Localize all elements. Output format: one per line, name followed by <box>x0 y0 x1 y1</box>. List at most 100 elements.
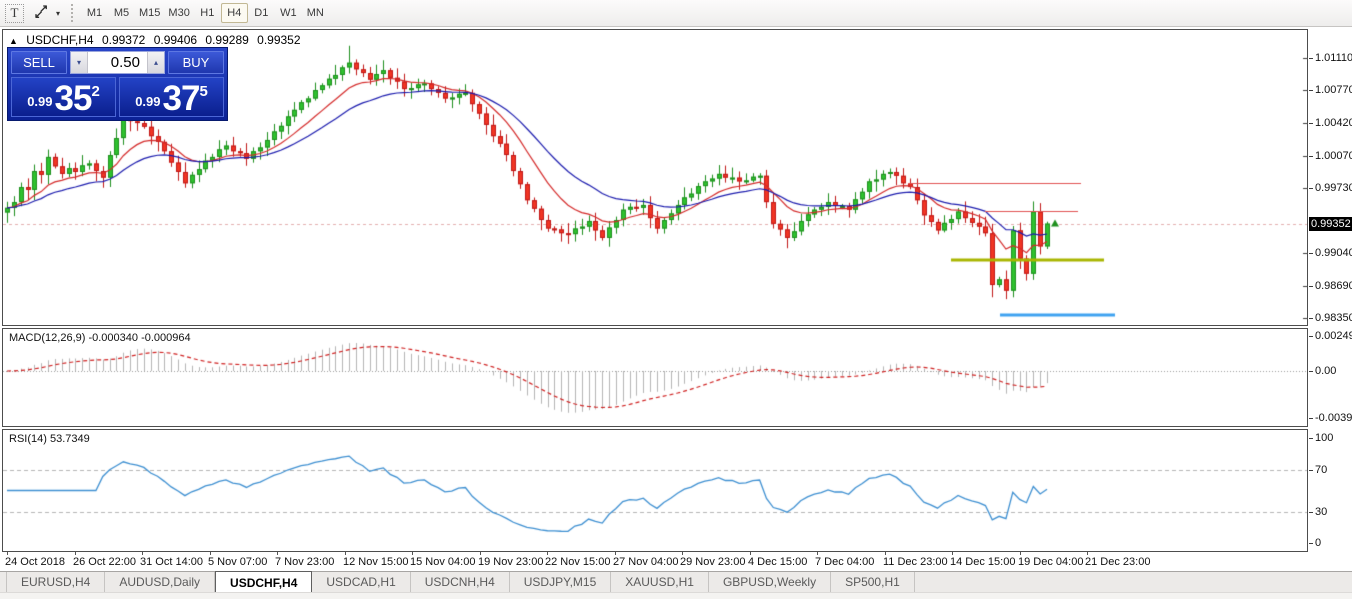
axis-tick-mark <box>1309 286 1313 287</box>
axis-tick-mark <box>1309 418 1313 419</box>
macd-max-label: 0.002492 <box>1315 330 1352 342</box>
chart-tab-gbpusd-weekly[interactable]: GBPUSD,Weekly <box>709 572 831 592</box>
chart-tab-usdjpy-m15[interactable]: USDJPY,M15 <box>510 572 611 592</box>
time-tick-mark <box>1020 552 1021 555</box>
axis-tick-mark <box>1309 512 1313 513</box>
timeframe-toolbar: T ↗ ↙ ▾ M1M5M15M30H1H4D1W1MN <box>0 0 1352 27</box>
time-tick-mark <box>817 552 818 555</box>
rsi-tick-label: 30 <box>1315 506 1327 518</box>
chart-tab-sp500-h1[interactable]: SP500,H1 <box>831 572 915 592</box>
timeframe-button-mn[interactable]: MN <box>302 3 329 23</box>
ohlc-high: 0.99406 <box>154 33 197 47</box>
time-tick-label: 7 Nov 23:00 <box>275 556 334 568</box>
sell-price-display[interactable]: 0.99 35 2 <box>11 77 116 117</box>
rsi-label: RSI(14) 53.7349 <box>9 433 90 445</box>
timeframe-buttons: M1M5M15M30H1H4D1W1MN <box>81 3 329 23</box>
time-tick-label: 26 Oct 22:00 <box>73 556 136 568</box>
mt4-window: T ↗ ↙ ▾ M1M5M15M30H1H4D1W1MN ▲ USDCHF,H4… <box>0 0 1352 599</box>
timeframe-button-m15[interactable]: M15 <box>135 3 164 23</box>
price-tick-label: 0.98690 <box>1315 280 1352 292</box>
time-tick-mark <box>682 552 683 555</box>
sell-button[interactable]: SELL <box>11 51 67 74</box>
macd-indicator-panel[interactable]: MACD(12,26,9) -0.000340 -0.000964 <box>2 328 1308 427</box>
axis-tick-mark <box>1309 123 1313 124</box>
sell-price-prefix: 0.99 <box>27 94 52 109</box>
timeframe-button-m5[interactable]: M5 <box>108 3 135 23</box>
arrows-dropdown-icon[interactable]: ▾ <box>56 9 60 18</box>
arrows-tool-icon[interactable]: ↗ ↙ <box>33 4 53 23</box>
rsi-tick-label: 70 <box>1315 464 1327 476</box>
macd-zero-label: 0.00 <box>1315 365 1336 377</box>
axis-tick-mark <box>1309 470 1313 471</box>
timeframe-button-m30[interactable]: M30 <box>164 3 193 23</box>
timeframe-button-d1[interactable]: D1 <box>248 3 275 23</box>
buy-price-prefix: 0.99 <box>135 94 160 109</box>
volume-input[interactable]: 0.50 <box>88 52 147 73</box>
time-tick-label: 11 Dec 23:00 <box>883 556 948 568</box>
price-tick-label: 0.99040 <box>1315 247 1352 259</box>
price-axis[interactable]: 1.011101.007701.004201.000700.997300.990… <box>1309 29 1352 552</box>
ohlc-low: 0.99289 <box>205 33 248 47</box>
chart-tab-audusd-daily[interactable]: AUDUSD,Daily <box>105 572 215 592</box>
text-tool-icon[interactable]: T <box>5 4 24 23</box>
time-tick-mark <box>952 552 953 555</box>
toolbar-grip[interactable] <box>71 4 73 22</box>
time-tick-label: 22 Nov 15:00 <box>545 556 610 568</box>
time-tick-mark <box>480 552 481 555</box>
price-tick-label: 0.98350 <box>1315 312 1352 324</box>
macd-chart[interactable] <box>3 329 1307 426</box>
chart-symbol-timeframe: USDCHF,H4 <box>26 33 93 47</box>
price-tick-label: 1.00770 <box>1315 84 1352 96</box>
price-tick-label: 1.01110 <box>1315 52 1352 64</box>
axis-tick-mark <box>1309 90 1313 91</box>
time-tick-mark <box>412 552 413 555</box>
tab-bar-scroll-strip[interactable] <box>0 592 1352 599</box>
chart-tab-xauusd-h1[interactable]: XAUUSD,H1 <box>611 572 709 592</box>
volume-stepper: ▾ 0.50 ▴ <box>70 51 165 74</box>
price-tick-label: 1.00070 <box>1315 150 1352 162</box>
price-tick-label: 0.99730 <box>1315 182 1352 194</box>
rsi-indicator-panel[interactable]: RSI(14) 53.7349 <box>2 429 1308 552</box>
sell-price-point: 2 <box>91 83 99 100</box>
sell-price-pips: 35 <box>55 83 92 114</box>
time-axis[interactable]: 24 Oct 201826 Oct 22:0031 Oct 14:005 Nov… <box>2 553 1308 571</box>
axis-tick-mark <box>1309 253 1313 254</box>
time-tick-mark <box>210 552 211 555</box>
time-tick-label: 12 Nov 15:00 <box>343 556 408 568</box>
axis-tick-mark <box>1309 188 1313 189</box>
axis-tick-mark <box>1309 58 1313 59</box>
chart-tab-usdchf-h4[interactable]: USDCHF,H4 <box>215 571 312 592</box>
time-tick-mark <box>1087 552 1088 555</box>
one-click-trading-panel: SELL ▾ 0.50 ▴ BUY 0.99 35 2 0.99 37 5 <box>7 47 228 121</box>
collapse-panel-icon[interactable]: ▲ <box>9 36 18 46</box>
buy-price-pips: 37 <box>163 83 200 114</box>
time-tick-label: 7 Dec 04:00 <box>815 556 874 568</box>
volume-decrease-icon[interactable]: ▾ <box>71 52 88 73</box>
macd-label: MACD(12,26,9) -0.000340 -0.000964 <box>9 332 191 344</box>
axis-tick-mark <box>1309 336 1313 337</box>
chart-tab-usdcnh-h4[interactable]: USDCNH,H4 <box>411 572 510 592</box>
ohlc-open: 0.99372 <box>102 33 145 47</box>
time-tick-label: 29 Nov 23:00 <box>680 556 745 568</box>
time-tick-label: 4 Dec 15:00 <box>748 556 807 568</box>
timeframe-button-h4[interactable]: H4 <box>221 3 248 23</box>
chart-tab-usdcad-h1[interactable]: USDCAD,H1 <box>312 572 410 592</box>
time-tick-label: 31 Oct 14:00 <box>140 556 203 568</box>
rsi-chart[interactable] <box>3 430 1307 551</box>
arrow-sw-icon: ↙ <box>34 8 43 21</box>
chart-ohlc-header: ▲ USDCHF,H4 0.99372 0.99406 0.99289 0.99… <box>9 33 306 47</box>
axis-tick-mark <box>1309 318 1313 319</box>
buy-price-display[interactable]: 0.99 37 5 <box>119 77 224 117</box>
buy-button[interactable]: BUY <box>168 51 224 74</box>
timeframe-button-h1[interactable]: H1 <box>194 3 221 23</box>
timeframe-button-m1[interactable]: M1 <box>81 3 108 23</box>
axis-tick-mark <box>1309 371 1313 372</box>
timeframe-button-w1[interactable]: W1 <box>275 3 302 23</box>
time-tick-label: 19 Dec 04:00 <box>1018 556 1083 568</box>
time-tick-mark <box>885 552 886 555</box>
time-tick-label: 5 Nov 07:00 <box>208 556 267 568</box>
time-tick-mark <box>75 552 76 555</box>
axis-tick-mark <box>1309 543 1313 544</box>
volume-increase-icon[interactable]: ▴ <box>147 52 164 73</box>
chart-tab-eurusd-h4[interactable]: EURUSD,H4 <box>6 572 105 592</box>
